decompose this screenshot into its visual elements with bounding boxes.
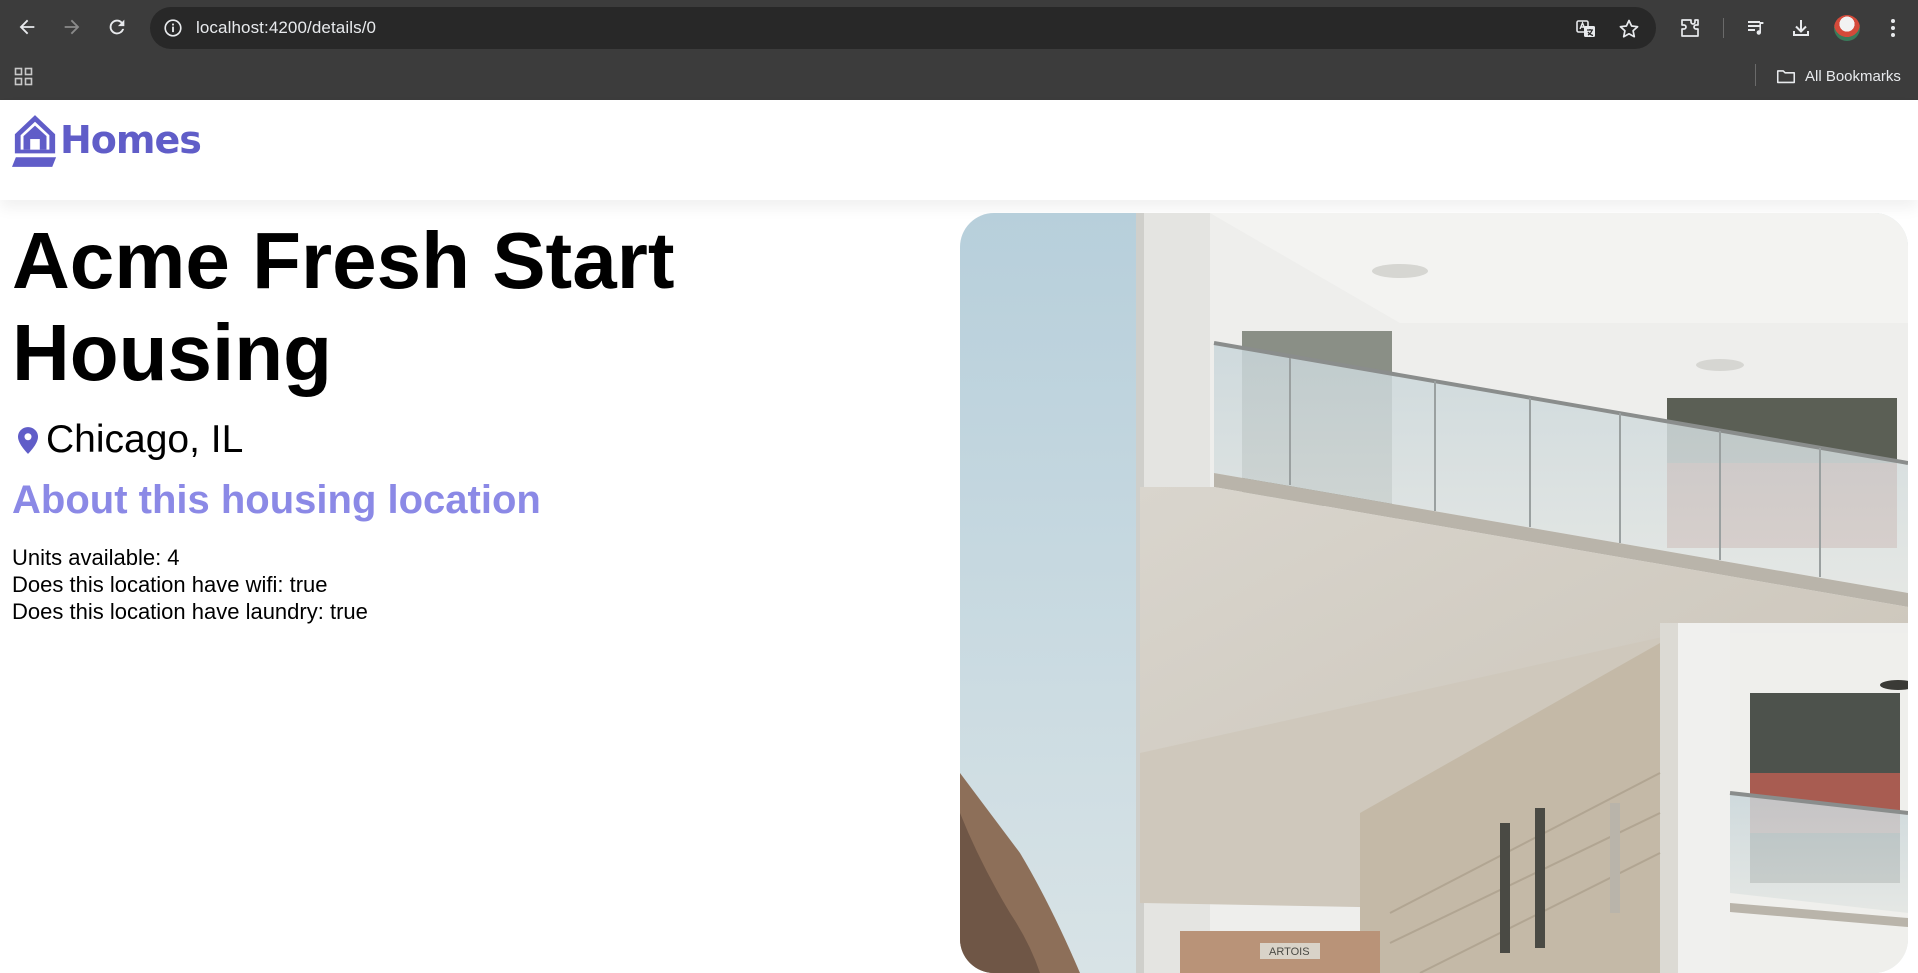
listing-facts: Units available: 4 Does this location ha… xyxy=(12,544,368,625)
units-available-text: Units available: 4 xyxy=(12,545,180,570)
more-vertical-icon xyxy=(1891,19,1895,37)
brand-logo[interactable]: Homes xyxy=(12,112,202,168)
back-button[interactable] xyxy=(10,10,44,44)
all-bookmarks-button[interactable]: All Bookmarks xyxy=(1775,64,1901,88)
arrow-right-icon xyxy=(64,19,80,35)
media-controls-button[interactable] xyxy=(1742,14,1770,42)
bookmarks-bar: All Bookmarks xyxy=(0,56,1918,100)
listing-title: Acme Fresh Start Housing xyxy=(12,216,675,397)
address-bar[interactable]: localhost:4200/details/0 xyxy=(150,7,1656,49)
listing-photo: ARTOIS xyxy=(960,213,1908,973)
reload-button[interactable] xyxy=(100,10,134,44)
listing-location: Chicago, IL xyxy=(18,418,243,462)
queue-music-icon xyxy=(1748,21,1764,35)
arrow-left-icon xyxy=(19,19,35,35)
extensions-button[interactable] xyxy=(1676,14,1704,42)
about-heading: About this housing location xyxy=(12,478,541,522)
reload-icon xyxy=(109,19,125,35)
download-icon xyxy=(1793,20,1809,36)
location-text: Chicago, IL xyxy=(46,418,244,461)
star-icon[interactable] xyxy=(1617,17,1641,41)
toolbar-divider xyxy=(1723,18,1724,38)
translate-icon[interactable] xyxy=(1574,17,1598,41)
bookmarks-divider xyxy=(1755,64,1756,86)
wifi-text: Does this location have wifi: true xyxy=(12,572,328,597)
home-logo-icon xyxy=(12,115,57,167)
forward-button[interactable] xyxy=(55,10,89,44)
apps-grid-icon[interactable] xyxy=(12,65,36,89)
building-image: ARTOIS xyxy=(960,213,1908,973)
menu-button[interactable] xyxy=(1879,14,1907,42)
listing-details: Acme Fresh Start Housing Chicago, IL Abo… xyxy=(0,200,1918,973)
folder-icon xyxy=(1776,70,1796,84)
url-text: localhost:4200/details/0 xyxy=(196,18,377,37)
map-pin-icon xyxy=(18,426,38,454)
app-header: Homes xyxy=(0,100,1918,200)
browser-toolbar: localhost:4200/details/0 xyxy=(0,0,1918,56)
downloads-button[interactable] xyxy=(1787,14,1815,42)
all-bookmarks-label: All Bookmarks xyxy=(1805,67,1901,85)
sign-text: ARTOIS xyxy=(1269,946,1310,958)
brand-name: Homes xyxy=(60,118,202,162)
site-info-icon[interactable] xyxy=(162,17,184,39)
puzzle-icon xyxy=(1681,19,1699,37)
laundry-text: Does this location have laundry: true xyxy=(12,599,368,624)
profile-avatar[interactable] xyxy=(1834,15,1860,41)
